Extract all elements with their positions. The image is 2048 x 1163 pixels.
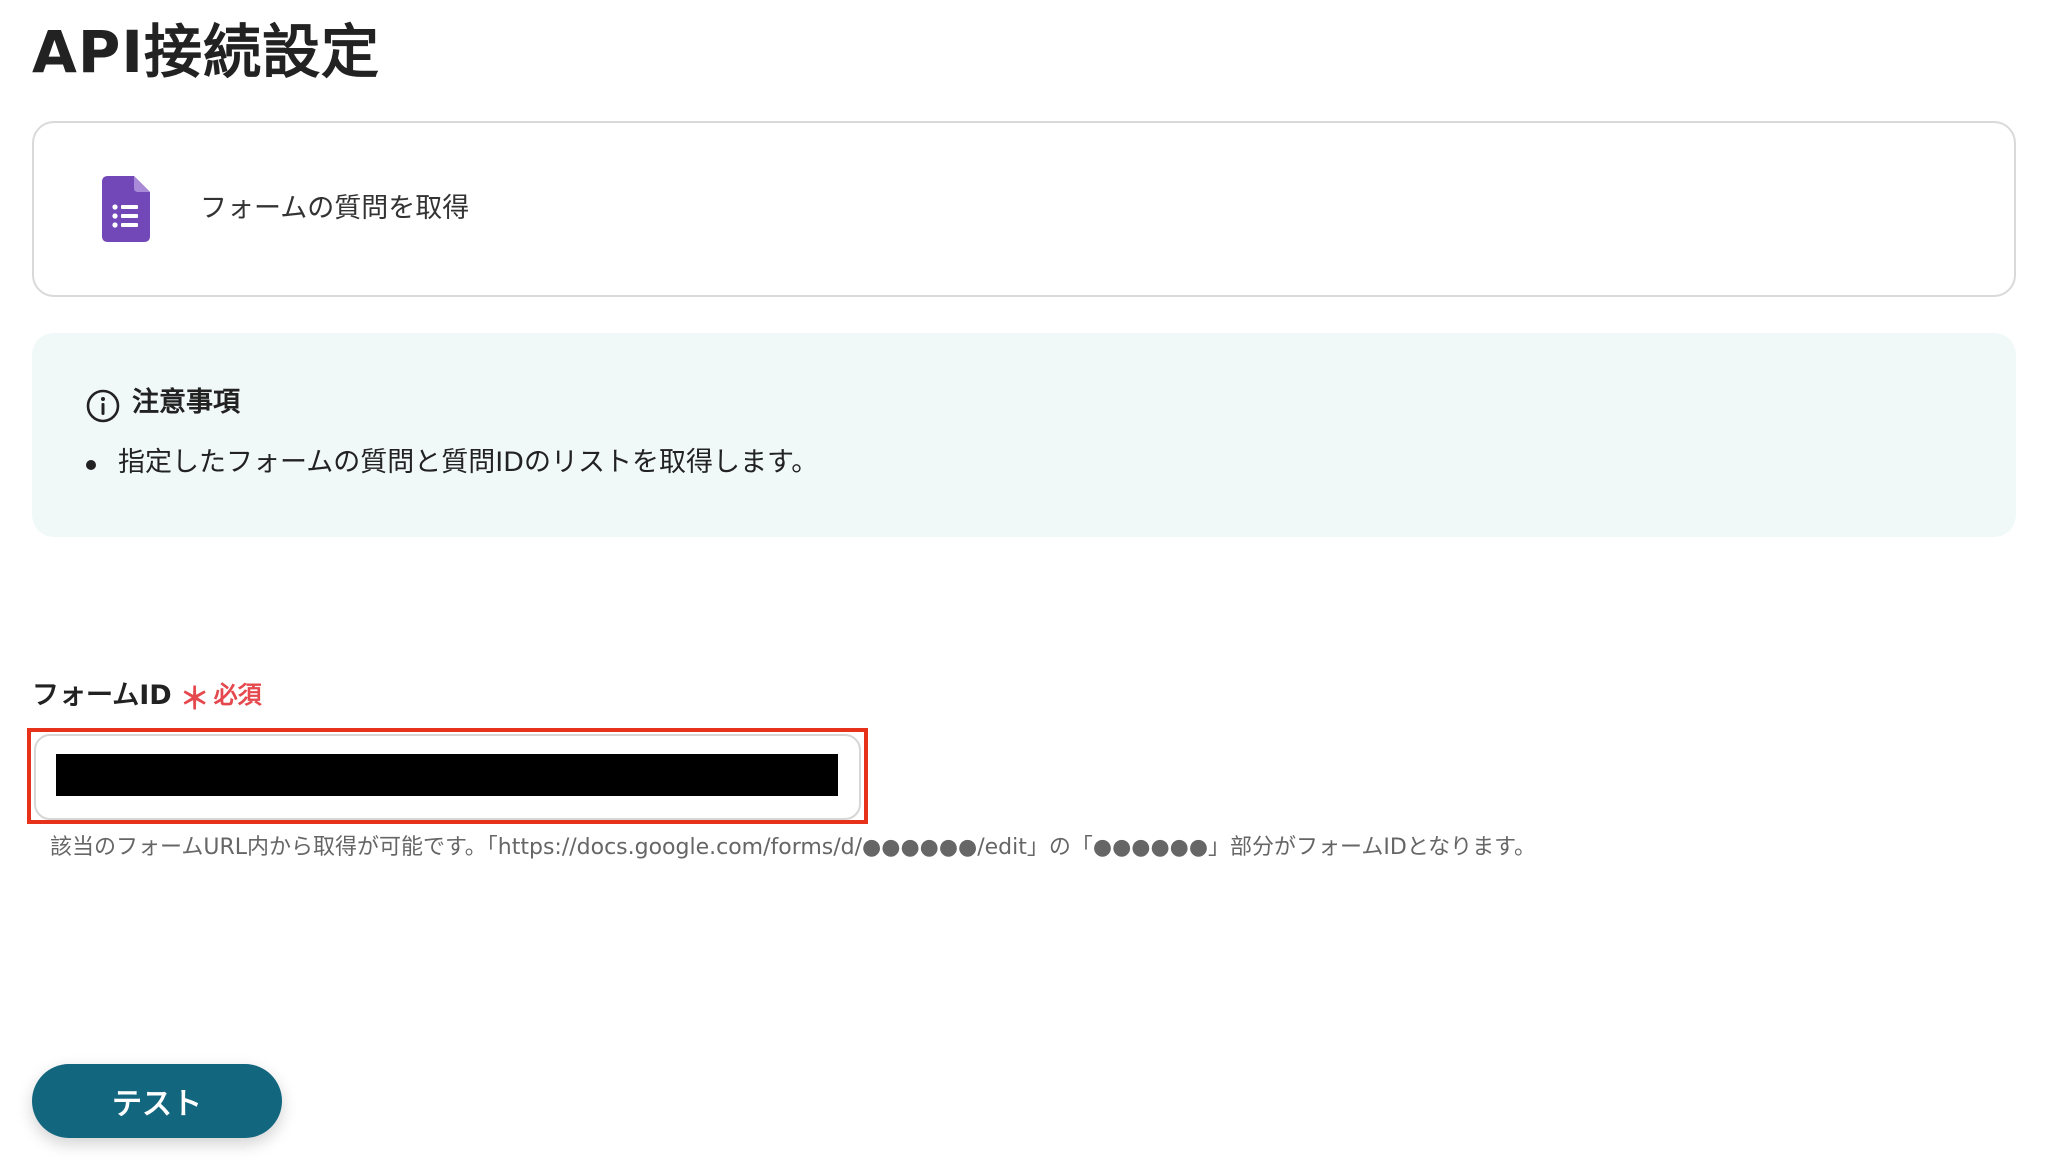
form-id-label-row: フォームID ＊ 必須 xyxy=(32,670,262,718)
redacted-value xyxy=(56,754,838,796)
form-id-help-text: 該当のフォームURL内から取得が可能です。「https://docs.googl… xyxy=(50,835,1536,860)
required-text: 必須 xyxy=(213,680,262,709)
notice-box: 注意事項 指定したフォームの質問と質問IDのリストを取得します。 xyxy=(32,333,2016,537)
notice-list: 指定したフォームの質問と質問IDのリストを取得します。 xyxy=(80,443,818,483)
action-card: フォームの質問を取得 xyxy=(32,121,2016,297)
required-star: ＊ xyxy=(179,682,210,717)
form-id-label: フォームID xyxy=(32,679,172,711)
action-name: フォームの質問を取得 xyxy=(200,193,470,224)
test-button[interactable]: テスト xyxy=(32,1064,282,1138)
info-icon xyxy=(86,389,120,423)
page-title: API接続設定 xyxy=(32,18,380,86)
notice-item: 指定したフォームの質問と質問IDのリストを取得します。 xyxy=(80,443,818,483)
notice-title: 注意事項 xyxy=(132,387,240,418)
google-forms-icon xyxy=(102,176,150,242)
form-id-input[interactable] xyxy=(34,734,861,820)
